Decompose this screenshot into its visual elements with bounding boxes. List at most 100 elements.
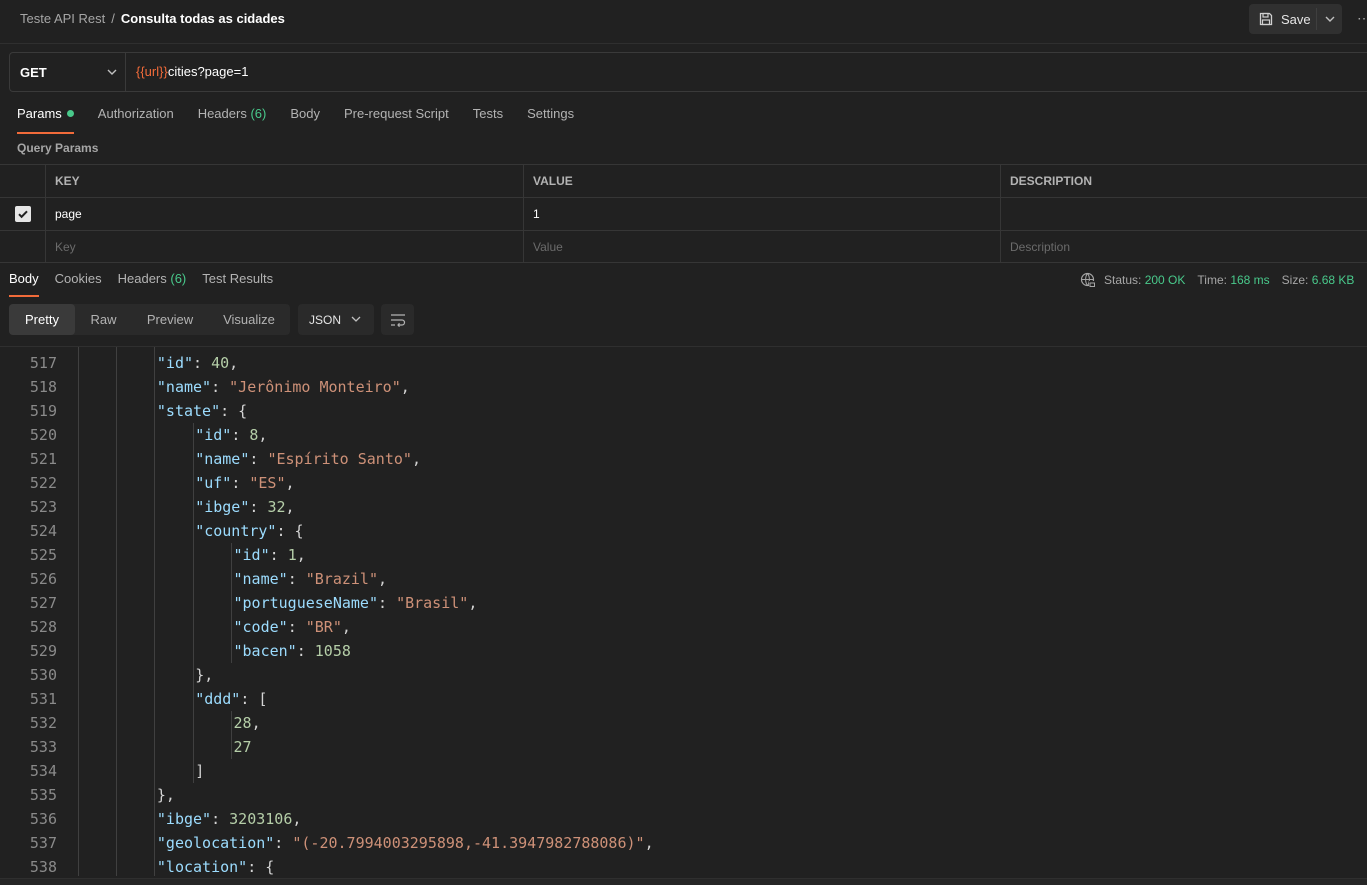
code-token: :: [193, 354, 212, 372]
format-select[interactable]: JSON: [298, 304, 374, 335]
code-token: "bacen": [233, 642, 297, 660]
code-token: :: [287, 618, 306, 636]
code-token: ,: [285, 498, 295, 516]
param-value-input[interactable]: 1: [523, 198, 1000, 230]
code-token: : {: [276, 522, 304, 540]
code-text: "id": 8,: [195, 423, 267, 447]
code-token: ,: [378, 570, 388, 588]
line-number: 521: [29, 450, 57, 468]
code-line: 520 "id": 8,: [0, 423, 1367, 447]
time-value[interactable]: 168 ms: [1230, 273, 1269, 287]
code-token: :: [211, 810, 230, 828]
url-input[interactable]: {{url}}cities?page=1: [136, 64, 248, 79]
code-token: ,: [258, 426, 268, 444]
code-text: "code": "BR",: [234, 615, 351, 639]
tab-response-body[interactable]: Body: [9, 271, 39, 297]
more-options-icon[interactable]: ⋯: [1357, 10, 1367, 27]
code-token: 28: [233, 714, 252, 732]
code-token: "Brazil": [305, 570, 378, 588]
code-line: 536 "ibge": 3203106,: [0, 807, 1367, 831]
code-token: ,: [296, 546, 306, 564]
code-line: 519 "state": {: [0, 399, 1367, 423]
line-number: 518: [29, 378, 57, 396]
tab-response-headers[interactable]: Headers (6): [118, 271, 187, 296]
line-number: 538: [29, 858, 57, 876]
save-button[interactable]: Save: [1249, 4, 1316, 34]
url-variable: {{url}}: [136, 64, 168, 79]
new-value-input[interactable]: Value: [523, 231, 1000, 263]
view-pretty-button[interactable]: Pretty: [9, 304, 75, 335]
tab-settings[interactable]: Settings: [527, 106, 574, 132]
tab-headers[interactable]: Headers (6): [198, 106, 267, 132]
breadcrumb: Teste API Rest / Consulta todas as cidades: [20, 11, 285, 26]
code-line: 538 "location": {: [0, 855, 1367, 876]
tab-pre-request-script[interactable]: Pre-request Script: [344, 106, 449, 132]
code-token: 3203106: [229, 810, 293, 828]
tab-test-results[interactable]: Test Results: [202, 271, 273, 296]
code-text: "id": 40,: [157, 351, 238, 375]
code-token: },: [195, 666, 214, 684]
tab-authorization[interactable]: Authorization: [98, 106, 174, 132]
param-description-input[interactable]: [1000, 198, 1367, 230]
view-preview-button[interactable]: Preview: [132, 304, 208, 335]
line-number: 525: [29, 546, 57, 564]
code-token: : {: [220, 402, 248, 420]
code-token: "name": [156, 378, 212, 396]
method-label: GET: [20, 64, 47, 80]
line-number: 537: [29, 834, 57, 852]
code-text: },: [157, 783, 175, 807]
code-token: 32: [267, 498, 286, 516]
code-line: 517 "id": 40,: [0, 351, 1367, 375]
code-token: "ddd": [195, 690, 241, 708]
new-param-checkbox-cell: [0, 231, 45, 263]
tab-label: Pre-request Script: [343, 106, 449, 121]
code-token: "portugueseName": [233, 594, 379, 612]
breadcrumb-separator: /: [111, 11, 115, 26]
code-text: "uf": "ES",: [195, 471, 294, 495]
save-options-button[interactable]: [1323, 11, 1337, 27]
header-checkbox-cell: [0, 165, 45, 197]
tab-label: Headers: [197, 106, 247, 121]
view-visualize-button[interactable]: Visualize: [208, 304, 290, 335]
param-key-input[interactable]: page: [45, 198, 523, 230]
save-icon: [1259, 12, 1273, 26]
code-token: "id": [233, 546, 270, 564]
tab-tests[interactable]: Tests: [473, 106, 503, 132]
param-enable-checkbox[interactable]: [14, 206, 31, 222]
size-value[interactable]: 6.68 KB: [1312, 273, 1355, 287]
response-body-viewer[interactable]: 517 "id": 40, 518 "name": "Jerônimo Monteir…: [0, 346, 1367, 876]
code-token: "ES": [249, 474, 286, 492]
line-number: 524: [29, 522, 57, 540]
code-token: "Brasil": [396, 594, 469, 612]
tab-body[interactable]: Body: [290, 106, 320, 132]
tab-cookies[interactable]: Cookies: [55, 271, 102, 296]
param-enable-cell: [0, 198, 45, 230]
view-raw-button[interactable]: Raw: [75, 304, 132, 335]
line-number: 530: [29, 666, 57, 684]
request-name[interactable]: Consulta todas as cidades: [121, 11, 285, 26]
method-select[interactable]: GET: [10, 53, 126, 91]
params-table: KEY VALUE DESCRIPTION page 1 Key Value D…: [0, 164, 1367, 263]
code-token: "Jerônimo Monteiro": [229, 378, 401, 396]
time-field: Time: 168 ms: [1197, 273, 1269, 287]
code-token: ,: [411, 450, 421, 468]
line-number: 528: [29, 618, 57, 636]
breadcrumb-collection[interactable]: Teste API Rest: [20, 11, 105, 26]
size-label: Size:: [1281, 273, 1309, 287]
save-label: Save: [1281, 11, 1311, 27]
code-token: "BR": [305, 618, 342, 636]
code-token: "ibge": [156, 810, 212, 828]
new-key-input[interactable]: Key: [45, 231, 523, 263]
new-description-input[interactable]: Description: [1000, 231, 1367, 263]
status-value[interactable]: 200 OK: [1145, 273, 1186, 287]
code-token: :: [249, 498, 268, 516]
tab-params[interactable]: Params: [17, 106, 74, 134]
code-text: ]: [195, 759, 204, 783]
tab-label: Settings: [527, 106, 575, 121]
globe-icon[interactable]: [1080, 272, 1096, 288]
code-token: "id": [195, 426, 232, 444]
top-bar: Teste API Rest / Consulta todas as cidades…: [0, 0, 1367, 44]
line-number: 534: [29, 762, 57, 780]
code-token: :: [211, 378, 230, 396]
wrap-lines-button[interactable]: [381, 304, 414, 335]
